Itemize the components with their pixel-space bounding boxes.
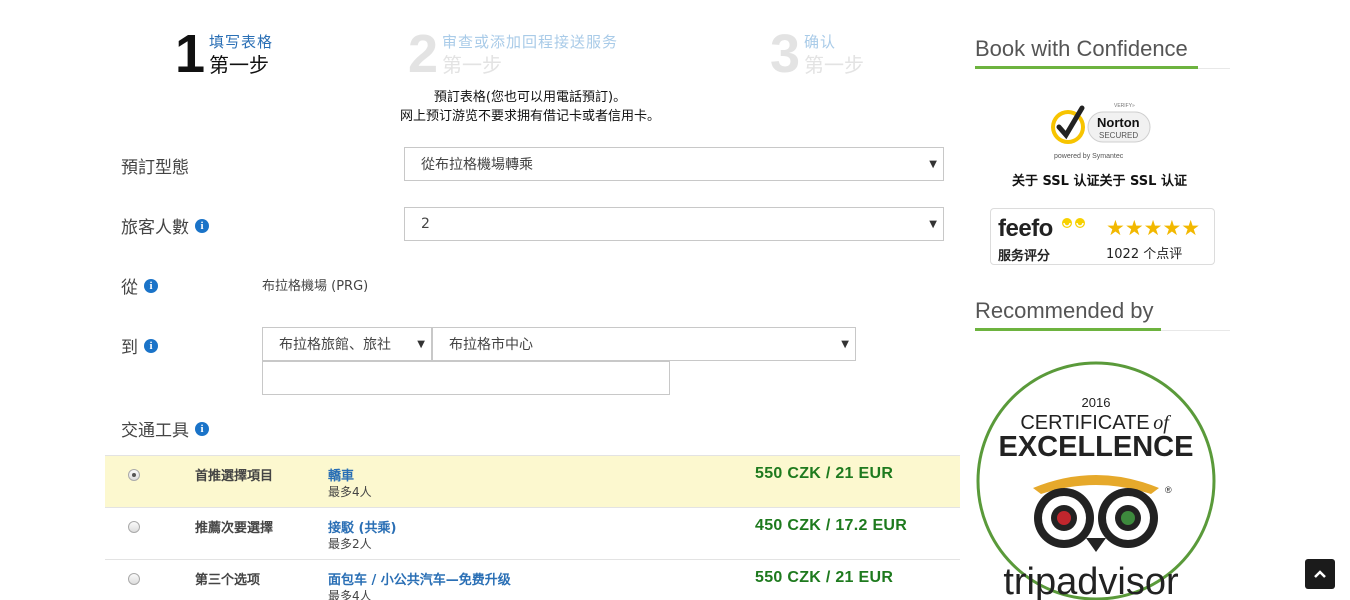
passengers-label-text: 旅客人數 xyxy=(121,218,189,238)
vehicle-price: 450 CZK / 17.2 EUR xyxy=(755,517,908,534)
step-title: 填写表格 xyxy=(209,33,274,51)
vehicle-option-van[interactable]: 第三个选项 面包车 / 小公共汽车—免费升级 最多4人 550 CZK / 21… xyxy=(105,559,960,600)
step-subtitle: 第一步 xyxy=(209,53,270,77)
confidence-heading: Book with Confidence xyxy=(975,36,1230,69)
feefo-logo: feefo xyxy=(998,215,1053,242)
destination-address-input[interactable] xyxy=(262,361,670,395)
star-rating-icon: ★★★★★ xyxy=(1106,216,1201,240)
vehicle-capacity: 最多4人 xyxy=(328,485,372,499)
certificate-excellence: EXCELLENCE xyxy=(999,431,1194,463)
chevron-up-icon xyxy=(1314,570,1326,578)
intro-line-2: 网上预订游览不要求拥有借记卡或者信用卡。 xyxy=(399,109,660,124)
destination-area-value: 布拉格市中心 xyxy=(449,337,533,353)
booking-type-label-text: 預訂型態 xyxy=(121,158,189,178)
step-number: 3 xyxy=(770,24,800,84)
passengers-label: 旅客人數 i xyxy=(121,213,209,238)
dropdown-arrow-icon: ▼ xyxy=(841,338,849,350)
ssl-info-link[interactable]: 关于 SSL 认证关于 SSL 认证 xyxy=(1012,170,1187,189)
tripadvisor-certificate-badge[interactable]: 2016 CERTIFICATE of EXCELLENCE ® tripadv… xyxy=(975,360,1217,600)
norton-verify: VERIFY» xyxy=(1114,103,1135,109)
scroll-to-top-button[interactable] xyxy=(1305,559,1335,589)
feefo-review-count: 1022 个点评 xyxy=(1106,247,1183,262)
vehicle-capacity: 最多4人 xyxy=(328,589,372,600)
vehicle-radio[interactable] xyxy=(128,469,140,481)
booking-type-value: 從布拉格機場轉乘 xyxy=(421,157,533,173)
from-label-text: 從 xyxy=(121,278,138,298)
step-3: 3 确认 第一步 xyxy=(770,24,865,84)
norton-brand: Norton xyxy=(1097,115,1140,130)
dropdown-arrow-icon: ▼ xyxy=(929,218,937,230)
step-title: 审查或添加回程接送服务 xyxy=(442,33,619,51)
vehicle-radio[interactable] xyxy=(128,573,140,585)
vehicle-option-shuttle[interactable]: 推薦次要選擇 接駁 (共乘) 最多2人 450 CZK / 17.2 EUR xyxy=(105,507,960,559)
dropdown-arrow-icon: ▼ xyxy=(417,338,425,350)
destination-type-value: 布拉格旅館、旅社 xyxy=(279,337,391,353)
recommended-heading-text: Recommended by xyxy=(975,298,1154,323)
info-icon[interactable]: i xyxy=(195,421,209,436)
vehicle-radio[interactable] xyxy=(128,521,140,533)
to-label-text: 到 xyxy=(121,338,138,358)
certificate-year: 2016 xyxy=(1082,395,1111,410)
vehicle-price: 550 CZK / 21 EUR xyxy=(755,569,894,586)
from-value: 布拉格機場 (PRG) xyxy=(262,279,369,294)
passengers-select[interactable]: 2 ▼ xyxy=(404,207,944,241)
info-icon[interactable]: i xyxy=(144,338,158,353)
passengers-value: 2 xyxy=(421,216,430,232)
dropdown-arrow-icon: ▼ xyxy=(929,158,937,170)
form-intro: 預訂表格(您也可以用電話預訂)。 网上预订游览不要求拥有借记卡或者信用卡。 xyxy=(330,88,730,126)
step-1: 1 填写表格 第一步 xyxy=(175,24,274,84)
heading-underline xyxy=(975,66,1198,69)
vehicle-option-sedan[interactable]: 首推選擇項目 轎車 最多4人 550 CZK / 21 EUR xyxy=(105,455,960,507)
recommended-heading: Recommended by xyxy=(975,298,1230,331)
feefo-rating-widget[interactable]: feefo 服务评分 ★★★★★ 1022 个点评 xyxy=(990,208,1215,265)
step-number: 2 xyxy=(408,24,438,84)
booking-type-label: 預訂型態 xyxy=(121,153,189,178)
transport-label-text: 交通工具 xyxy=(121,421,189,441)
intro-line-1: 預訂表格(您也可以用電話預訂)。 xyxy=(433,90,627,105)
vehicle-name[interactable]: 接駁 (共乘) xyxy=(328,517,396,536)
destination-area-select[interactable]: 布拉格市中心 ▼ xyxy=(432,327,856,361)
info-icon[interactable]: i xyxy=(195,218,209,233)
norton-secured-badge[interactable]: VERIFY» Norton SECURED powered by Symant… xyxy=(1048,100,1158,162)
vehicle-capacity: 最多2人 xyxy=(328,537,372,551)
feefo-logo-icon xyxy=(1062,218,1085,228)
step-subtitle: 第一步 xyxy=(804,53,865,77)
info-icon[interactable]: i xyxy=(144,278,158,293)
step-title: 确认 xyxy=(804,33,837,51)
norton-secured: SECURED xyxy=(1099,131,1138,140)
transport-label: 交通工具 i xyxy=(121,416,209,441)
step-subtitle: 第一步 xyxy=(442,53,503,77)
confidence-heading-text: Book with Confidence xyxy=(975,36,1188,61)
heading-underline xyxy=(975,328,1161,331)
from-label: 從 i xyxy=(121,273,158,298)
vehicle-name[interactable]: 轎車 xyxy=(328,465,354,484)
step-2: 2 审查或添加回程接送服务 第一步 xyxy=(408,24,619,84)
svg-text:®: ® xyxy=(1165,485,1172,495)
feefo-service-label: 服务评分 xyxy=(998,249,1051,264)
destination-type-select[interactable]: 布拉格旅館、旅社 ▼ xyxy=(262,327,432,361)
vehicle-rank: 推薦次要選擇 xyxy=(195,521,274,536)
vehicle-name[interactable]: 面包车 / 小公共汽车—免费升级 xyxy=(328,569,511,588)
norton-powered: powered by Symantec xyxy=(1054,153,1124,160)
vehicle-price: 550 CZK / 21 EUR xyxy=(755,465,894,482)
tripadvisor-wordmark: tripadvisor xyxy=(1003,561,1179,600)
vehicle-rank: 第三个选项 xyxy=(195,573,261,588)
vehicle-rank: 首推選擇項目 xyxy=(195,469,274,484)
booking-type-select[interactable]: 從布拉格機場轉乘 ▼ xyxy=(404,147,944,181)
step-number: 1 xyxy=(175,24,205,84)
to-label: 到 i xyxy=(121,333,158,358)
